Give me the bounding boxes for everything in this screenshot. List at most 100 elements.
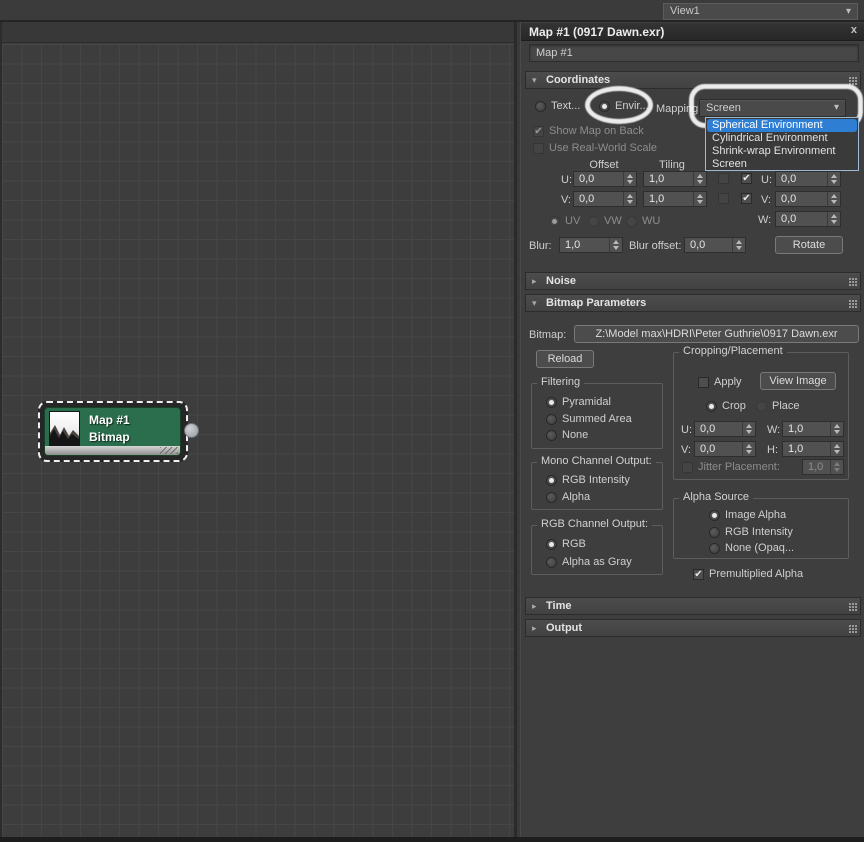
spinner-arrows[interactable] [742, 422, 755, 436]
spinner-down-arrow[interactable] [697, 180, 703, 184]
rotate-button[interactable]: Rotate [775, 236, 843, 254]
spinner-arrows[interactable] [827, 192, 840, 206]
radio-place[interactable] [756, 401, 767, 412]
spinner-down-arrow[interactable] [627, 180, 633, 184]
spinner-up-arrow[interactable] [831, 214, 837, 218]
checkbox-mirror-u[interactable] [718, 173, 729, 184]
spinner-up-arrow[interactable] [746, 444, 752, 448]
dropdown-option-cylindrical[interactable]: Cylindrical Environment [707, 132, 857, 145]
spinner-up-arrow[interactable] [834, 462, 840, 466]
spinner-down-arrow[interactable] [746, 450, 752, 454]
dropdown-option-spherical[interactable]: Spherical Environment [707, 119, 857, 132]
node-output-socket[interactable] [184, 423, 199, 438]
view-image-button[interactable]: View Image [760, 372, 836, 390]
checkbox-premultiplied-alpha[interactable]: ✔ [693, 569, 704, 580]
spinner-up-arrow[interactable] [831, 174, 837, 178]
radio-alpha-rgb-intensity[interactable] [709, 527, 720, 538]
material-name-field[interactable]: Map #1 [529, 44, 859, 62]
spinner-up-arrow[interactable] [746, 424, 752, 428]
spinner-up-arrow[interactable] [627, 174, 633, 178]
spinner-up-arrow[interactable] [697, 174, 703, 178]
bitmap-node-selected[interactable]: Map #1 Bitmap [38, 401, 199, 462]
radio-summed-area[interactable] [546, 414, 557, 425]
angle-w-spinner[interactable]: 0,0 [775, 211, 841, 227]
checkbox-tile-u[interactable]: ✔ [741, 173, 752, 184]
crop-w-spinner[interactable]: 1,0 [782, 421, 844, 437]
rollout-coordinates[interactable]: ▾ Coordinates [525, 71, 861, 89]
rollout-grip-icon[interactable] [849, 300, 851, 302]
rollout-output[interactable]: ▸ Output [525, 619, 861, 637]
close-icon[interactable]: x [851, 24, 857, 36]
spinner-down-arrow[interactable] [746, 430, 752, 434]
rollout-grip-icon[interactable] [849, 278, 851, 280]
spinner-arrows[interactable] [732, 238, 745, 252]
rollout-time[interactable]: ▸ Time [525, 597, 861, 615]
checkbox-use-real-world-scale[interactable] [533, 143, 544, 154]
spinner-arrows[interactable] [693, 172, 706, 186]
spinner-up-arrow[interactable] [627, 194, 633, 198]
radio-vw[interactable] [588, 216, 599, 227]
checkbox-jitter-placement[interactable] [682, 462, 693, 473]
spinner-arrows[interactable] [827, 172, 840, 186]
spinner-arrows[interactable] [830, 460, 843, 474]
reload-button[interactable]: Reload [536, 350, 594, 368]
spinner-arrows[interactable] [609, 238, 622, 252]
spinner-down-arrow[interactable] [834, 450, 840, 454]
radio-pyramidal[interactable] [546, 397, 557, 408]
jitter-placement-spinner[interactable]: 1,0 [802, 459, 844, 475]
rollout-grip-icon[interactable] [849, 625, 851, 627]
checkbox-mirror-v[interactable] [718, 193, 729, 204]
bitmap-path-button[interactable]: Z:\Model max\HDRI\Peter Guthrie\0917 Daw… [574, 325, 859, 343]
radio-rgb[interactable] [546, 539, 557, 550]
spinner-arrows[interactable] [623, 192, 636, 206]
tiling-u-spinner[interactable]: 1,0 [643, 171, 707, 187]
dropdown-option-shrinkwrap[interactable]: Shrink-wrap Environment [707, 145, 857, 158]
spinner-up-arrow[interactable] [736, 240, 742, 244]
spinner-up-arrow[interactable] [834, 444, 840, 448]
spinner-down-arrow[interactable] [697, 200, 703, 204]
crop-u-spinner[interactable]: 0,0 [694, 421, 756, 437]
spinner-up-arrow[interactable] [834, 424, 840, 428]
rollout-grip-icon[interactable] [849, 603, 851, 605]
offset-v-spinner[interactable]: 0,0 [573, 191, 637, 207]
dropdown-option-screen[interactable]: Screen [707, 158, 857, 171]
tiling-v-spinner[interactable]: 1,0 [643, 191, 707, 207]
rollout-bitmap-parameters[interactable]: ▾ Bitmap Parameters [525, 294, 861, 312]
angle-v-spinner[interactable]: 0,0 [775, 191, 841, 207]
mapping-combobox[interactable]: Screen ▾ [699, 99, 846, 117]
radio-texture[interactable] [535, 101, 546, 112]
spinner-up-arrow[interactable] [831, 194, 837, 198]
spinner-down-arrow[interactable] [831, 180, 837, 184]
radio-alpha-none[interactable] [709, 543, 720, 554]
radio-alpha-as-gray[interactable] [546, 557, 557, 568]
rollout-noise[interactable]: ▸ Noise [525, 272, 861, 290]
node-resize-grip-icon[interactable] [160, 447, 178, 454]
radio-uv[interactable] [549, 216, 560, 227]
bitmap-node-body[interactable]: Map #1 Bitmap [44, 407, 181, 456]
radio-environ[interactable] [599, 101, 610, 112]
radio-image-alpha[interactable] [709, 510, 720, 521]
spinner-arrows[interactable] [623, 172, 636, 186]
spinner-arrows[interactable] [830, 422, 843, 436]
blur-offset-spinner[interactable]: 0,0 [684, 237, 746, 253]
offset-u-spinner[interactable]: 0,0 [573, 171, 637, 187]
spinner-down-arrow[interactable] [736, 246, 742, 250]
view-tab-selector[interactable]: View1 ▾ [663, 3, 858, 20]
panel-title-bar[interactable]: Map #1 (0917 Dawn.exr) x [521, 23, 864, 41]
spinner-arrows[interactable] [827, 212, 840, 226]
spinner-down-arrow[interactable] [831, 220, 837, 224]
blur-spinner[interactable]: 1,0 [559, 237, 623, 253]
spinner-down-arrow[interactable] [834, 430, 840, 434]
spinner-down-arrow[interactable] [831, 200, 837, 204]
checkbox-apply[interactable] [698, 377, 709, 388]
spinner-arrows[interactable] [693, 192, 706, 206]
spinner-up-arrow[interactable] [697, 194, 703, 198]
checkbox-show-map-on-back[interactable]: ✔ [533, 126, 544, 137]
crop-h-spinner[interactable]: 1,0 [782, 441, 844, 457]
spinner-up-arrow[interactable] [613, 240, 619, 244]
spinner-arrows[interactable] [742, 442, 755, 456]
radio-crop[interactable] [706, 401, 717, 412]
radio-filter-none[interactable] [546, 430, 557, 441]
angle-u-spinner[interactable]: 0,0 [775, 171, 841, 187]
spinner-down-arrow[interactable] [613, 246, 619, 250]
